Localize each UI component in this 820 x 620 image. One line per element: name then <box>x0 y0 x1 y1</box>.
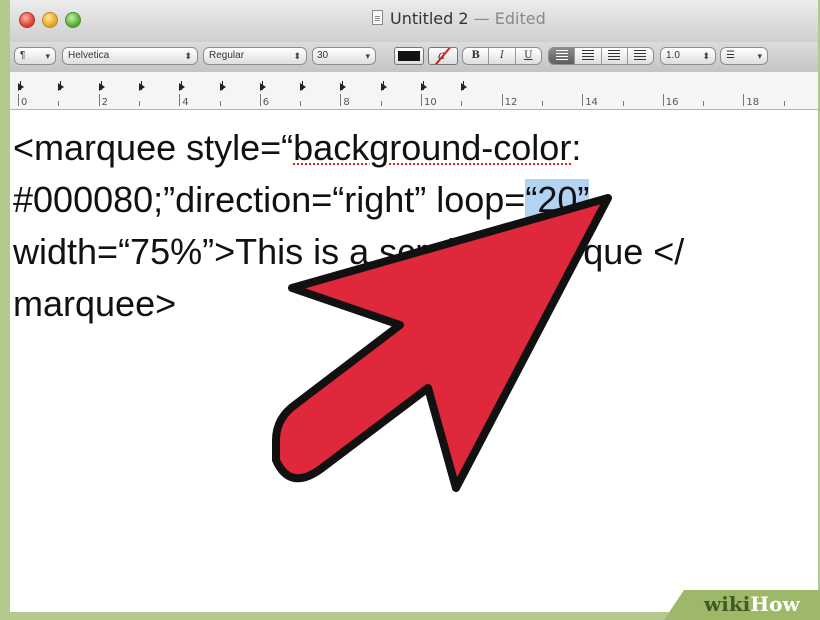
arrow-icon <box>272 194 612 492</box>
pointer-arrow-overlay <box>272 194 612 492</box>
watermark-part: How <box>750 592 800 616</box>
watermark-part: wiki <box>704 592 751 616</box>
wikihow-watermark: wikiHow <box>704 592 800 616</box>
